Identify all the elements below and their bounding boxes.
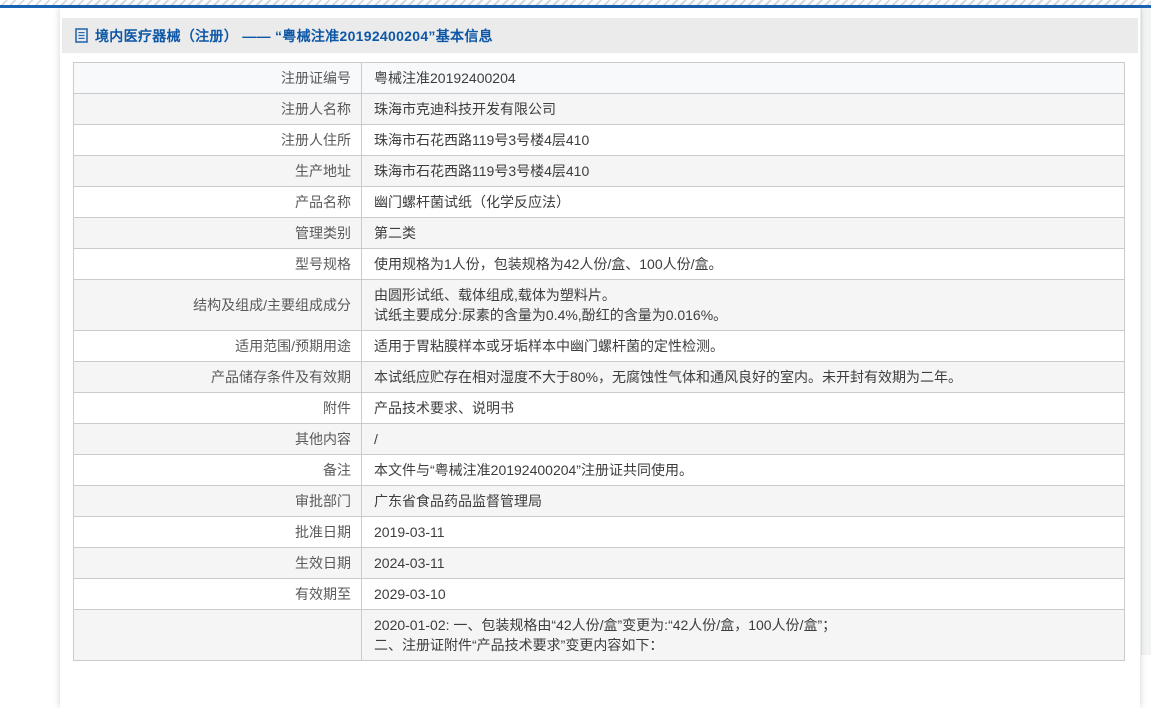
row-value: 适用于胃粘膜样本或牙垢样本中幽门螺杆菌的定性检测。 (361, 330, 1125, 362)
row-value-line: 珠海市石花西路119号3号楼4层410 (374, 163, 590, 179)
row-label: 注册人名称 (73, 93, 362, 125)
row-label: 批准日期 (73, 516, 362, 548)
row-value-line: 幽门螺杆菌试纸（化学反应法） (374, 194, 570, 210)
row-value-line: 粤械注准20192400204 (374, 70, 516, 86)
row-label: 适用范围/预期用途 (73, 330, 362, 362)
row-value: 产品技术要求、说明书 (361, 392, 1125, 424)
row-value-line: 本试纸应贮存在相对湿度不大于80%，无腐蚀性气体和通风良好的室内。未开封有效期为… (374, 369, 963, 385)
row-label: 附件 (73, 392, 362, 424)
row-value: 幽门螺杆菌试纸（化学反应法） (361, 186, 1125, 218)
row-value: 珠海市石花西路119号3号楼4层410 (361, 124, 1125, 156)
info-table-body: 注册证编号 粤械注准20192400204 注册人名称 珠海市克迪科技开发有限公司 注册… (73, 62, 1125, 661)
row-label: 产品储存条件及有效期 (73, 361, 362, 393)
row-value: 2029-03-10 (361, 578, 1125, 610)
row-value: / (361, 423, 1125, 455)
scrollbar[interactable] (1141, 8, 1151, 655)
row-value: 本文件与“粤械注准20192400204”注册证共同使用。 (361, 454, 1125, 486)
table-row: 备注 本文件与“粤械注准20192400204”注册证共同使用。 (73, 454, 1125, 486)
row-label: 产品名称 (73, 186, 362, 218)
row-label: 管理类别 (73, 217, 362, 249)
row-label: 生产地址 (73, 155, 362, 187)
row-value-line: 珠海市石花西路119号3号楼4层410 (374, 132, 590, 148)
row-label: 注册证编号 (73, 62, 362, 94)
row-value-line: 二、注册证附件“产品技术要求”变更内容如下： (374, 637, 664, 653)
record-panel: 境内医疗器械（注册） —— “粤械注准20192400204”基本信息 注册证编… (60, 8, 1140, 708)
table-row: 生效日期 2024-03-11 (73, 547, 1125, 579)
row-value: 广东省食品药品监督管理局 (361, 485, 1125, 517)
table-row: 注册证编号 粤械注准20192400204 (73, 62, 1125, 94)
table-row: 批准日期 2019-03-11 (73, 516, 1125, 548)
row-value-line: 产品技术要求、说明书 (374, 400, 514, 416)
table-row: 生产地址 珠海市石花西路119号3号楼4层410 (73, 155, 1125, 187)
row-value-line: 由圆形试纸、载体组成,载体为塑料片。 (374, 287, 616, 303)
row-value: 由圆形试纸、载体组成,载体为塑料片。试纸主要成分:尿素的含量为0.4%,酚红的含… (361, 279, 1125, 331)
table-row: 型号规格 使用规格为1人份，包装规格为42人份/盒、100人份/盒。 (73, 248, 1125, 280)
row-value: 使用规格为1人份，包装规格为42人份/盒、100人份/盒。 (361, 248, 1125, 280)
row-value-line: 使用规格为1人份，包装规格为42人份/盒、100人份/盒。 (374, 256, 723, 272)
row-value: 2019-03-11 (361, 516, 1125, 548)
table-row: 产品名称 幽门螺杆菌试纸（化学反应法） (73, 186, 1125, 218)
row-value-line: 2019-03-11 (374, 524, 445, 540)
row-label: 注册人住所 (73, 124, 362, 156)
table-row: 附件 产品技术要求、说明书 (73, 392, 1125, 424)
row-value: 珠海市石花西路119号3号楼4层410 (361, 155, 1125, 187)
table-row: 有效期至 2029-03-10 (73, 578, 1125, 610)
row-value: 珠海市克迪科技开发有限公司 (361, 93, 1125, 125)
row-value: 粤械注准20192400204 (361, 62, 1125, 94)
table-row: 2020-01-02: 一、包装规格由“42人份/盒”变更为:“42人份/盒，1… (73, 609, 1125, 661)
row-label: 备注 (73, 454, 362, 486)
row-value-line: 第二类 (374, 225, 416, 241)
row-label (73, 609, 362, 661)
table-row: 审批部门 广东省食品药品监督管理局 (73, 485, 1125, 517)
table-row: 注册人名称 珠海市克迪科技开发有限公司 (73, 93, 1125, 125)
row-value: 本试纸应贮存在相对湿度不大于80%，无腐蚀性气体和通风良好的室内。未开封有效期为… (361, 361, 1125, 393)
row-value-line: 2024-03-11 (374, 555, 445, 571)
table-row: 产品储存条件及有效期 本试纸应贮存在相对湿度不大于80%，无腐蚀性气体和通风良好的… (73, 361, 1125, 393)
page-title: 境内医疗器械（注册） —— “粤械注准20192400204”基本信息 (95, 27, 493, 44)
row-value-line: 适用于胃粘膜样本或牙垢样本中幽门螺杆菌的定性检测。 (374, 338, 724, 354)
table-row: 其他内容 / (73, 423, 1125, 455)
row-label: 有效期至 (73, 578, 362, 610)
row-value-line: 广东省食品药品监督管理局 (374, 493, 542, 509)
row-value-line: 2020-01-02: 一、包装规格由“42人份/盒”变更为:“42人份/盒，1… (374, 617, 837, 633)
registration-info-table: 注册证编号 粤械注准20192400204 注册人名称 珠海市克迪科技开发有限公司 注册… (73, 62, 1125, 661)
row-label: 型号规格 (73, 248, 362, 280)
row-value-line: 2029-03-10 (374, 586, 446, 602)
row-value-line: 本文件与“粤械注准20192400204”注册证共同使用。 (374, 462, 693, 478)
document-icon (75, 28, 88, 43)
row-label: 生效日期 (73, 547, 362, 579)
row-value-line: / (374, 431, 378, 447)
row-label: 其他内容 (73, 423, 362, 455)
table-row: 注册人住所 珠海市石花西路119号3号楼4层410 (73, 124, 1125, 156)
row-value: 2024-03-11 (361, 547, 1125, 579)
row-value: 第二类 (361, 217, 1125, 249)
row-label: 结构及组成/主要组成成分 (73, 279, 362, 331)
page-header: 境内医疗器械（注册） —— “粤械注准20192400204”基本信息 (62, 18, 1138, 53)
row-value: 2020-01-02: 一、包装规格由“42人份/盒”变更为:“42人份/盒，1… (361, 609, 1125, 661)
table-row: 结构及组成/主要组成成分 由圆形试纸、载体组成,载体为塑料片。试纸主要成分:尿素的… (73, 279, 1125, 331)
table-row: 适用范围/预期用途 适用于胃粘膜样本或牙垢样本中幽门螺杆菌的定性检测。 (73, 330, 1125, 362)
row-value-line: 珠海市克迪科技开发有限公司 (374, 101, 556, 117)
row-label: 审批部门 (73, 485, 362, 517)
table-row: 管理类别 第二类 (73, 217, 1125, 249)
row-value-line: 试纸主要成分:尿素的含量为0.4%,酚红的含量为0.016%。 (374, 307, 728, 323)
